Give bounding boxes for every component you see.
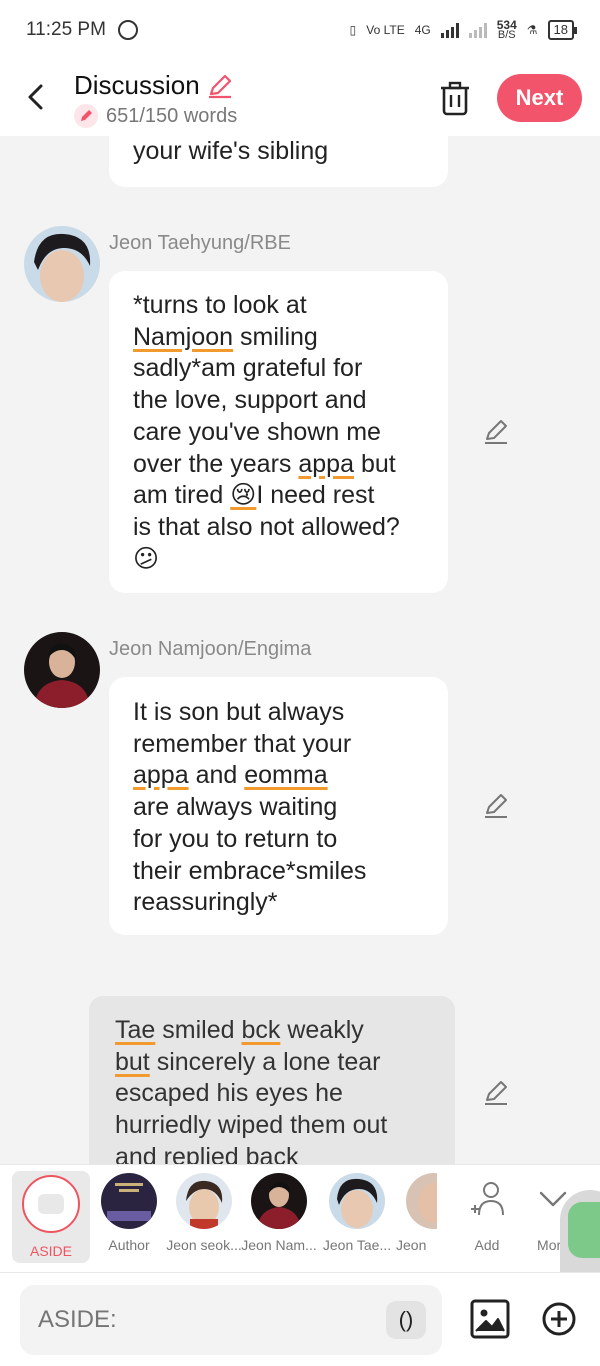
message-line: am tired 😢I need rest xyxy=(133,481,375,510)
aside-icon xyxy=(22,1175,80,1233)
message-bubble-partial[interactable]: your wife's sibling xyxy=(109,136,448,187)
author-avatar xyxy=(101,1173,157,1229)
input-bar: () xyxy=(0,1272,600,1366)
speed-unit: B/S xyxy=(497,29,516,41)
edit-message-icon[interactable] xyxy=(482,792,510,820)
aside-line: but sincerely a lone tear xyxy=(115,1047,381,1076)
edit-message-icon[interactable] xyxy=(482,1079,510,1107)
message-line: reassuringly* xyxy=(133,888,278,917)
avatar-namjoon[interactable] xyxy=(24,632,100,708)
message-line: Namjoon smiling xyxy=(133,322,318,351)
floating-toggle-knob xyxy=(568,1202,600,1258)
aside-bubble[interactable]: Tae smiled bck weakly but sincerely a lo… xyxy=(89,996,455,1164)
character-avatar xyxy=(251,1173,307,1229)
aside-line: escaped his eyes he xyxy=(115,1079,343,1108)
header: Discussion 651/150 words Next xyxy=(0,60,600,136)
chevron-left-icon xyxy=(28,84,43,110)
status-bar: 11:25 PM ▯ Vo LTE 4G 534 B/S ⚗ 18 xyxy=(0,0,600,60)
vibrate-icon: ▯ xyxy=(349,23,357,37)
message-text: your wife's sibling xyxy=(133,137,329,165)
sender-name: Jeon Taehyung/RBE xyxy=(109,232,291,254)
character-avatar xyxy=(406,1173,437,1229)
character-label: Jeon Tae... xyxy=(322,1237,392,1253)
edit-message-icon[interactable] xyxy=(482,418,510,446)
character-aside[interactable]: ASIDE xyxy=(12,1171,90,1263)
add-circle-icon[interactable] xyxy=(541,1301,577,1337)
trash-icon[interactable] xyxy=(438,80,472,116)
character-label: ASIDE xyxy=(29,1243,72,1259)
message-line: sadly*am grateful for xyxy=(133,354,363,383)
avatar-taehyung[interactable] xyxy=(24,226,100,302)
edit-title-icon[interactable] xyxy=(206,72,234,100)
message-line: remember that your xyxy=(133,729,352,758)
character-jeon[interactable]: Jeon xyxy=(392,1173,437,1253)
parenthesis-button[interactable]: () xyxy=(386,1301,426,1339)
status-time: 11:25 PM xyxy=(26,19,106,40)
message-line: the love, support and xyxy=(133,386,367,415)
message-line: for you to return to xyxy=(133,824,338,853)
confused-emoji: 😕 xyxy=(133,544,160,573)
character-label: Jeon Nam... xyxy=(241,1237,317,1253)
add-label: Add xyxy=(474,1237,500,1253)
message-line: their embrace*smiles xyxy=(133,856,367,885)
message-line: is that also not allowed? xyxy=(133,512,400,541)
message-line: 😕 xyxy=(133,544,424,576)
add-person-icon xyxy=(471,1182,504,1216)
character-avatar xyxy=(176,1173,232,1229)
message-bubble[interactable]: *turns to look at Namjoon smiling sadly*… xyxy=(109,271,448,593)
chat-area[interactable]: your wife's sibling Jeon Taehyung/RBE *t… xyxy=(0,136,600,1164)
net-speed: 534 B/S xyxy=(497,19,517,41)
pen-icon xyxy=(74,104,98,128)
message-line: are always waiting xyxy=(133,793,338,822)
title-text: Discussion xyxy=(74,70,200,100)
character-jeon-nam[interactable]: Jeon Nam... xyxy=(240,1173,318,1253)
message-line: appa and eomma xyxy=(133,761,328,790)
character-label: Jeon xyxy=(396,1237,427,1253)
character-jeon-tae[interactable]: Jeon Tae... xyxy=(318,1173,396,1253)
character-bar: ASIDE Author Jeon seok... Jeon Nam... Je… xyxy=(0,1164,600,1272)
message-input[interactable] xyxy=(20,1285,442,1355)
word-count: 651/150 words xyxy=(74,104,237,128)
lab-icon: ⚗ xyxy=(526,23,538,37)
back-button[interactable] xyxy=(24,82,48,112)
aside-line: Tae smiled bck weakly xyxy=(115,1016,364,1044)
message-line: *turns to look at xyxy=(133,291,307,319)
signal-icon-2 xyxy=(468,22,487,38)
message-line: over the years appa but xyxy=(133,449,396,478)
status-right: ▯ Vo LTE 4G 534 B/S ⚗ 18 xyxy=(349,19,578,41)
battery-icon: 18 xyxy=(547,20,578,40)
message-line: care you've shown me xyxy=(133,417,381,446)
message-line: It is son but always xyxy=(133,698,345,726)
character-avatar xyxy=(329,1173,385,1229)
whatsapp-icon xyxy=(117,20,138,40)
character-author[interactable]: Author xyxy=(90,1173,168,1253)
add-character-button[interactable]: Add xyxy=(462,1179,512,1253)
network-type: 4G xyxy=(414,23,431,37)
aside-line: hurriedly wiped them out xyxy=(115,1111,388,1140)
sender-name: Jeon Namjoon/Engima xyxy=(109,638,312,660)
character-label: Jeon seok... xyxy=(166,1237,242,1253)
aside-line: and replied back xyxy=(115,1142,299,1164)
signal-icon xyxy=(440,22,459,38)
next-button[interactable]: Next xyxy=(497,74,582,122)
message-bubble[interactable]: It is son but always remember that your … xyxy=(109,677,448,935)
page-title[interactable]: Discussion xyxy=(74,70,234,101)
character-jeon-seok[interactable]: Jeon seok... xyxy=(165,1173,243,1253)
cry-emoji: 😢 xyxy=(230,481,257,510)
image-icon[interactable] xyxy=(470,1299,510,1339)
volte-label: Vo LTE xyxy=(366,23,405,37)
character-label: Author xyxy=(108,1237,150,1253)
word-count-text: 651/150 words xyxy=(106,104,238,127)
